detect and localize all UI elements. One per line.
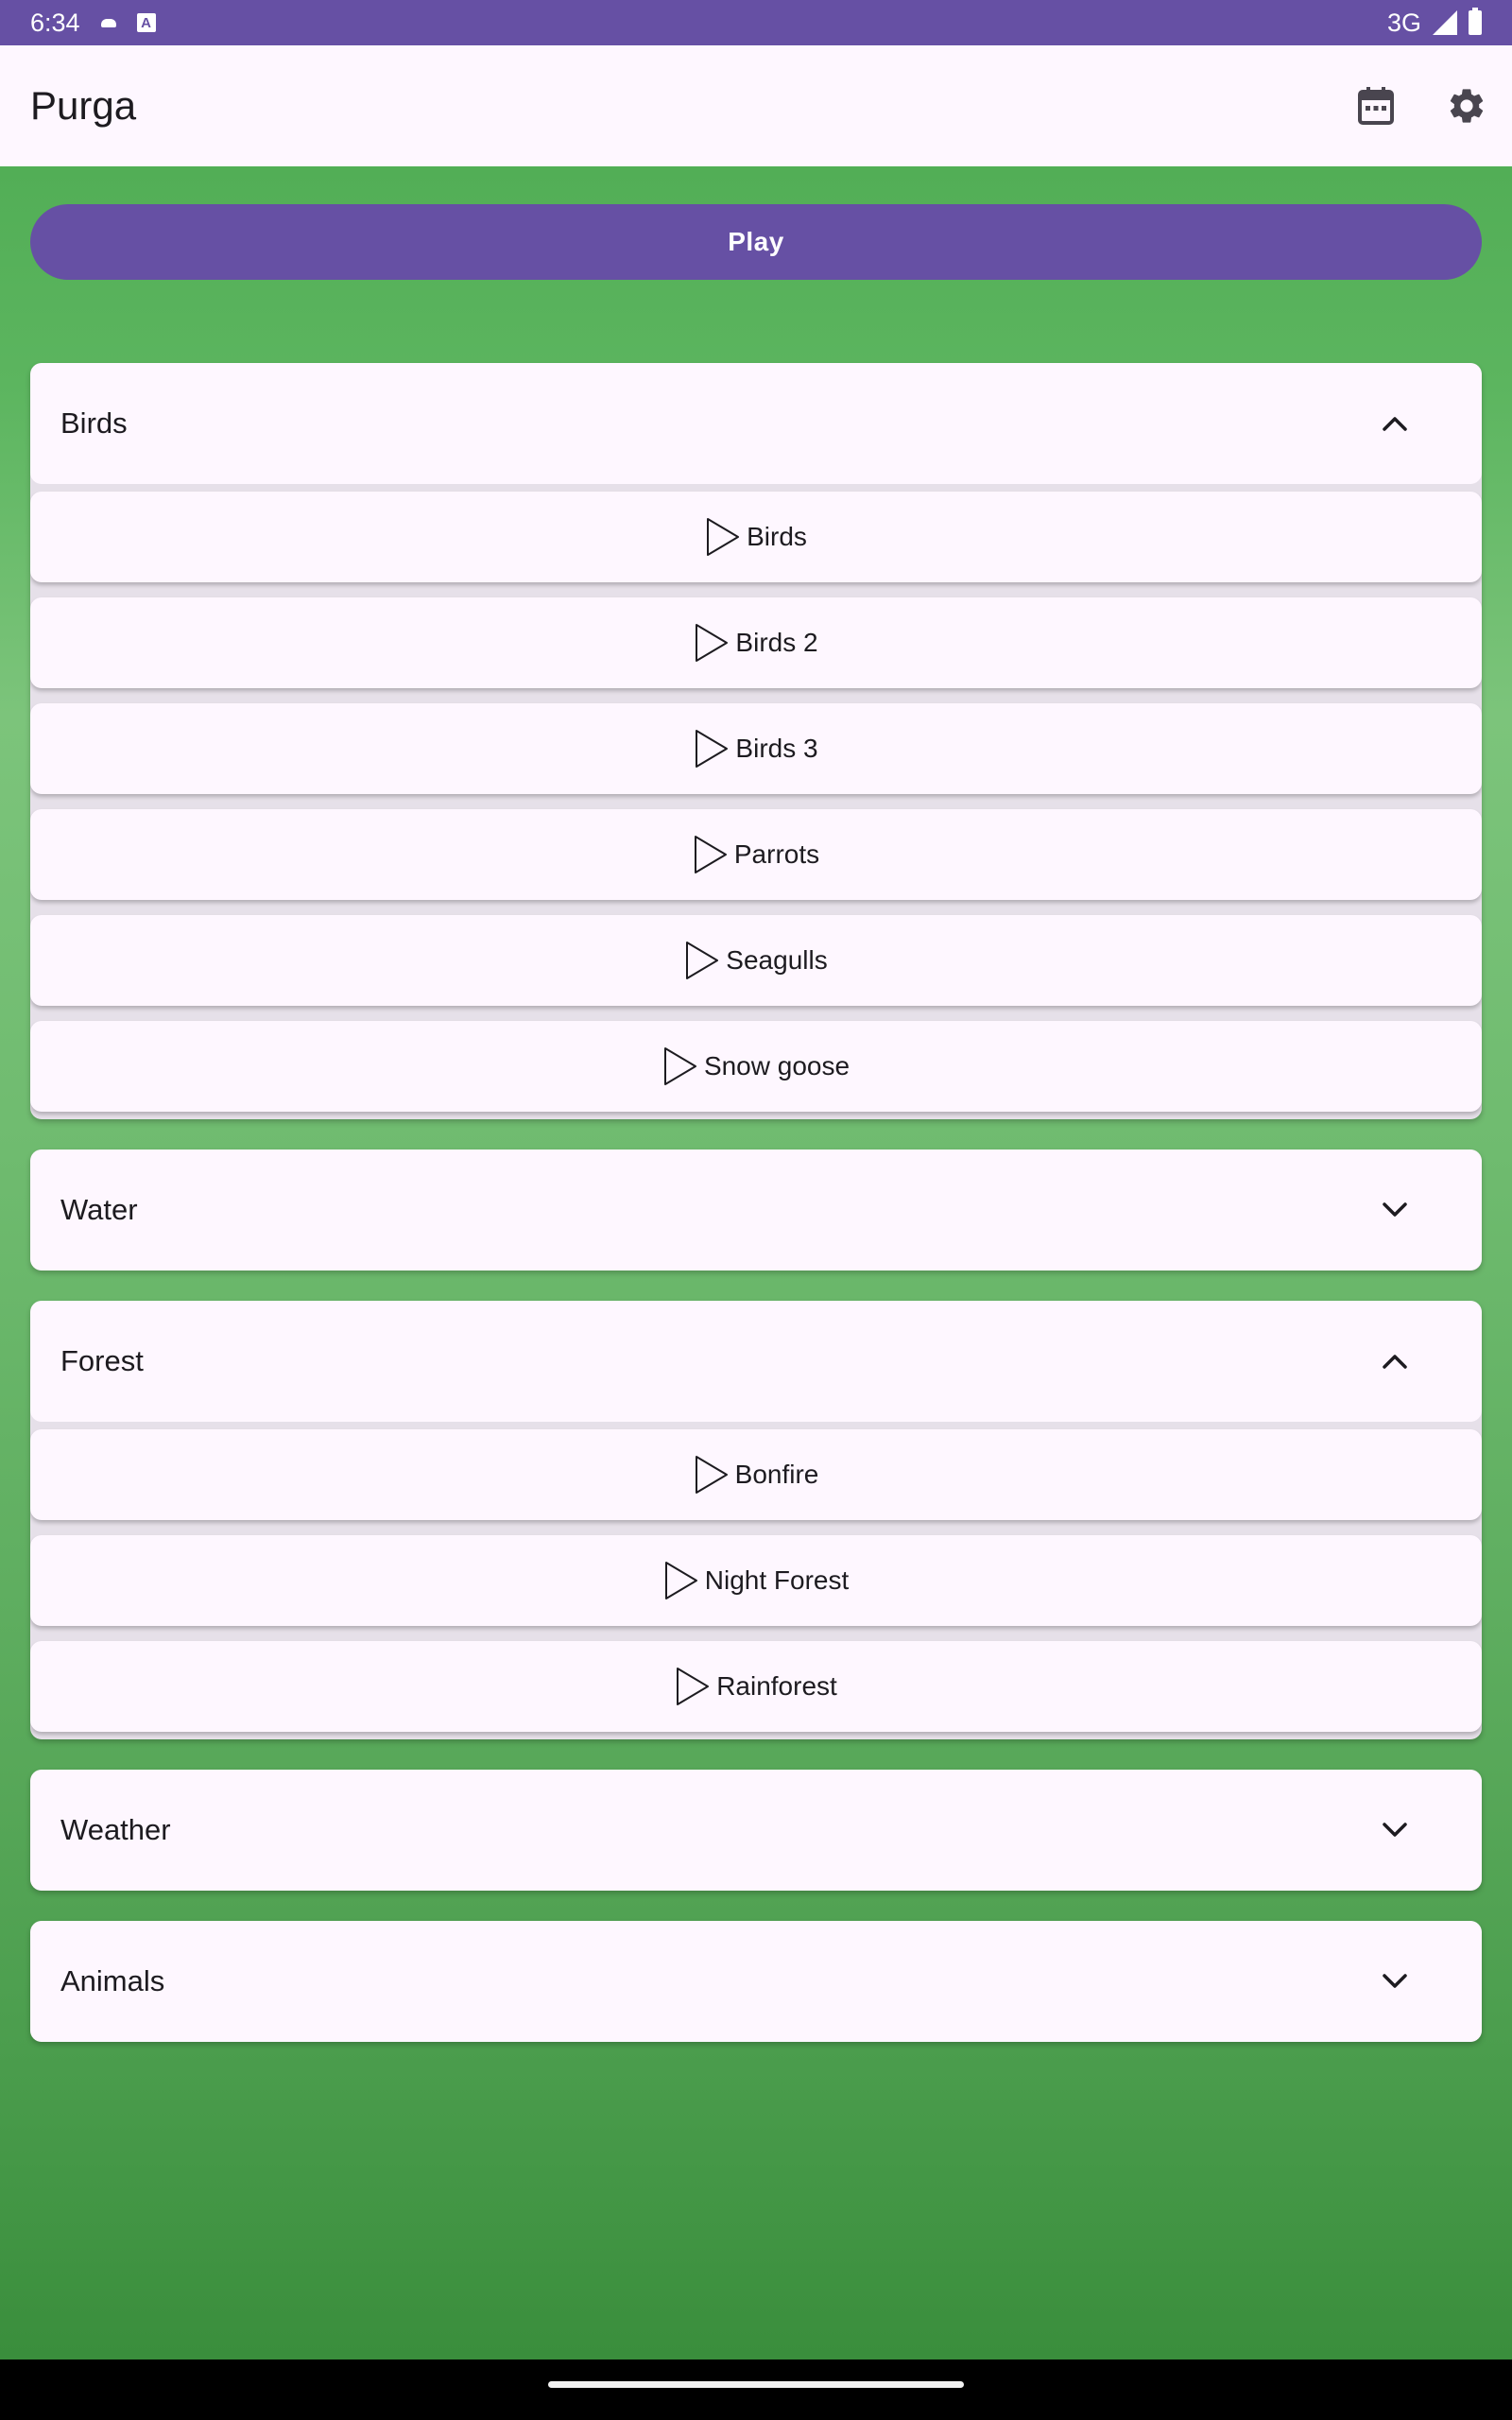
group-title: Weather: [60, 1813, 171, 1846]
calendar-button[interactable]: [1349, 79, 1402, 132]
group-header-animals[interactable]: Animals: [30, 1921, 1482, 2042]
chevron-up-icon: [1383, 1355, 1407, 1369]
sound-item-label: Parrots: [733, 839, 820, 869]
sound-group: Water: [30, 1150, 1482, 1270]
sound-item[interactable]: Seagulls: [30, 915, 1482, 1006]
sound-item-label: Bonfire: [734, 1460, 819, 1489]
sound-item-label: Rainforest: [716, 1671, 837, 1701]
status-time: 6:34: [30, 8, 80, 37]
group-title: Forest: [60, 1344, 144, 1377]
play-icon: [694, 622, 730, 664]
sound-item-label: Birds 2: [735, 628, 818, 657]
sound-item[interactable]: Snow goose: [30, 1021, 1482, 1112]
settings-button[interactable]: [1440, 79, 1493, 132]
sound-item[interactable]: Rainforest: [30, 1641, 1482, 1732]
sound-item-label: Birds: [747, 522, 807, 551]
play-icon: [662, 1046, 698, 1087]
play-icon: [694, 1454, 730, 1495]
sound-groups-list: Birds Birds Birds 2 Birds 3 Parrots Seagulls S…: [30, 363, 1482, 2072]
group-header-birds[interactable]: Birds: [30, 363, 1482, 484]
battery-icon: [1469, 8, 1482, 35]
sound-item-label: Seagulls: [726, 945, 828, 975]
play-icon: [705, 516, 741, 558]
chevron-down-icon: [1383, 1823, 1407, 1837]
sound-item-label: Snow goose: [703, 1051, 850, 1080]
app-notification-icon: A: [136, 13, 156, 32]
sound-group: Birds Birds Birds 2 Birds 3 Parrots Seagulls S…: [30, 363, 1482, 1119]
sound-item-label: Birds 3: [735, 734, 818, 763]
chevron-down-icon: [1383, 1202, 1407, 1217]
group-title: Water: [60, 1193, 138, 1226]
play-icon: [693, 834, 729, 875]
play-icon: [663, 1560, 699, 1601]
sound-item[interactable]: Birds: [30, 492, 1482, 582]
group-title: Birds: [60, 406, 128, 440]
settings-gear-icon: [1450, 89, 1484, 123]
status-bar: 6:34 A 3G: [0, 0, 1512, 45]
expand-toggle[interactable]: [1378, 1964, 1412, 1998]
group-items: Birds Birds 2 Birds 3 Parrots Seagulls Snow g…: [30, 484, 1482, 1119]
sound-item[interactable]: Birds 3: [30, 703, 1482, 794]
signal-icon: [1433, 10, 1457, 35]
network-type: 3G: [1386, 8, 1421, 37]
play-icon: [694, 728, 730, 769]
group-title: Animals: [60, 1964, 165, 1997]
chevron-up-icon: [1383, 417, 1407, 431]
sound-group: Forest Bonfire Night Forest Rainforest: [30, 1301, 1482, 1739]
group-header-weather[interactable]: Weather: [30, 1770, 1482, 1891]
sound-group: Weather: [30, 1770, 1482, 1891]
play-icon: [684, 940, 720, 981]
home-gesture-handle[interactable]: [548, 2381, 964, 2388]
play-all-button[interactable]: Play: [30, 204, 1482, 280]
app-bar: Purga: [0, 45, 1512, 166]
collapse-toggle[interactable]: [1378, 1344, 1412, 1378]
cloud-icon: [100, 18, 116, 27]
group-header-forest[interactable]: Forest: [30, 1301, 1482, 1422]
sound-item[interactable]: Bonfire: [30, 1429, 1482, 1520]
sound-group: Animals: [30, 1921, 1482, 2042]
collapse-toggle[interactable]: [1378, 406, 1412, 441]
sound-item-label: Night Forest: [704, 1565, 850, 1595]
app-title: Purga: [30, 83, 137, 128]
expand-toggle[interactable]: [1378, 1813, 1412, 1847]
play-icon: [675, 1666, 711, 1707]
chevron-down-icon: [1383, 1974, 1407, 1988]
sound-item[interactable]: Night Forest: [30, 1535, 1482, 1626]
group-header-water[interactable]: Water: [30, 1150, 1482, 1270]
calendar-icon: [1358, 87, 1394, 125]
main-content: Play Birds Birds Birds 2 Birds 3 Parrots Seag…: [0, 166, 1512, 2360]
sound-item[interactable]: Birds 2: [30, 597, 1482, 688]
navigation-bar: [0, 2360, 1512, 2420]
expand-toggle[interactable]: [1378, 1193, 1412, 1227]
group-items: Bonfire Night Forest Rainforest: [30, 1422, 1482, 1739]
sound-item[interactable]: Parrots: [30, 809, 1482, 900]
